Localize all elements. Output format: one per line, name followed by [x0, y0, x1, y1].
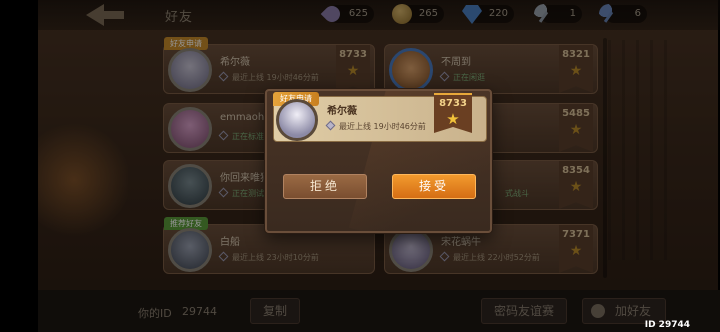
requester-avatar: [276, 99, 318, 141]
accept-button[interactable]: 接受: [392, 174, 476, 199]
star-icon: ★: [446, 110, 460, 128]
reject-button[interactable]: 拒绝: [283, 174, 367, 199]
requester-score: 8733: [439, 98, 467, 109]
online-diamond-icon: [325, 120, 336, 131]
requester-status: 最近上线 19小时46分前: [325, 120, 426, 132]
corner-id-label: ID 29744: [644, 320, 690, 330]
requester-name: 希尔薇: [327, 106, 357, 117]
requester-score-badge: 8733 ★: [434, 93, 472, 133]
